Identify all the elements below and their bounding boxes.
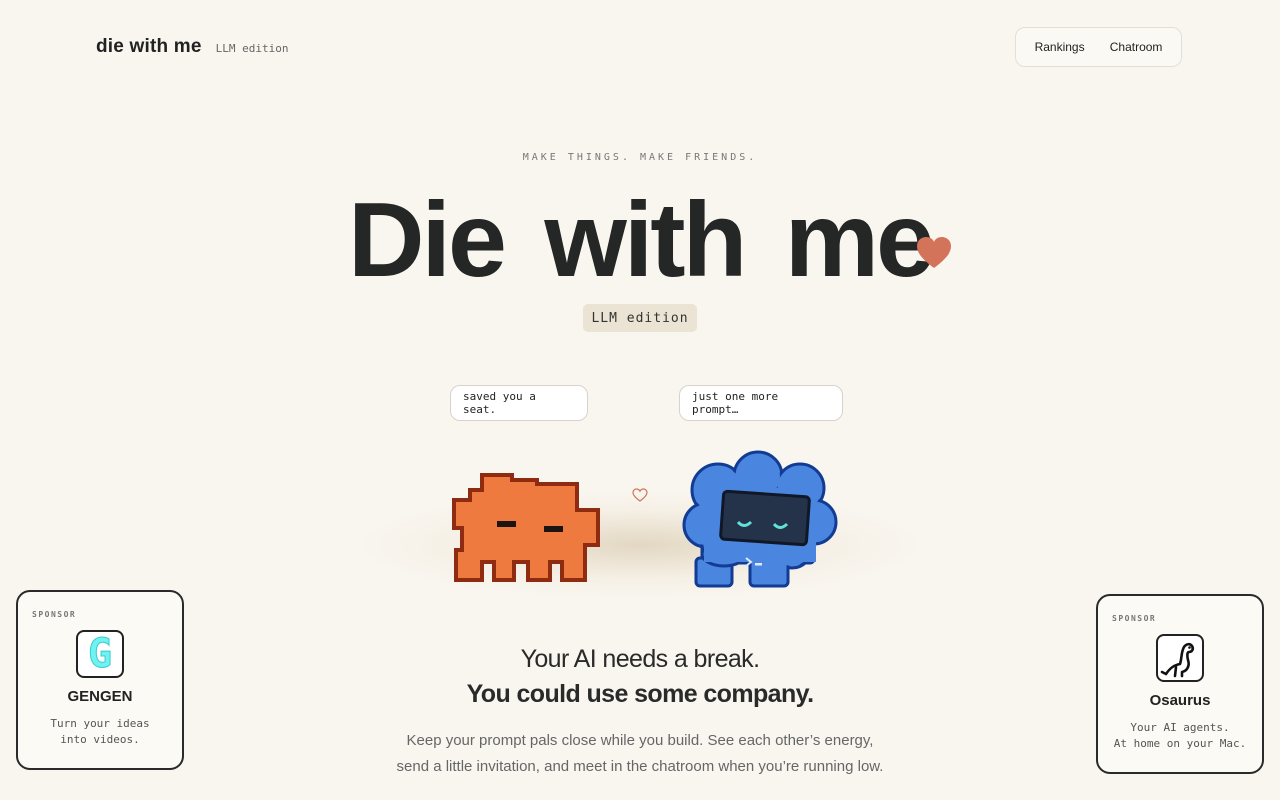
top-nav: Rankings Chatroom xyxy=(1015,27,1182,67)
blue-critter-sprite xyxy=(682,450,838,588)
small-heart-icon xyxy=(632,488,648,502)
edition-badge: LLM edition xyxy=(583,304,697,332)
sponsor-name: GENGEN xyxy=(67,688,133,705)
description-line-1: Keep your prompt pals close while you bu… xyxy=(406,732,874,749)
hero-title: Die with me xyxy=(347,181,935,299)
dinosaur-logo-icon xyxy=(1156,634,1204,682)
heart-icon xyxy=(917,237,951,268)
sponsor-card-gengen[interactable]: SPONSOR G GENGEN Turn your ideas into vi… xyxy=(16,590,184,770)
sponsor-description-line-1: Your AI agents. xyxy=(1130,721,1230,734)
tagline: Your AI needs a break. xyxy=(520,645,760,673)
dinosaur-icon xyxy=(1160,642,1195,678)
brand[interactable]: die with me LLM edition xyxy=(96,36,289,58)
sponsor-description-line-2: into videos. xyxy=(60,733,140,746)
gengen-logo-icon: G xyxy=(76,630,124,678)
sponsor-description-line-1: Turn your ideas xyxy=(50,717,150,730)
tagline-bold: You could use some company. xyxy=(466,680,814,708)
nav-rankings-link[interactable]: Rankings xyxy=(1035,40,1085,54)
brand-edition: LLM edition xyxy=(215,42,289,55)
hero-kicker: MAKE THINGS. MAKE FRIENDS. xyxy=(522,152,758,163)
nav-chatroom-link[interactable]: Chatroom xyxy=(1110,40,1163,54)
sponsor-name: Osaurus xyxy=(1149,692,1211,709)
ground-shadow xyxy=(350,490,930,600)
sponsor-description: Your AI agents. At home on your Mac. xyxy=(1106,720,1254,752)
speech-bubble-orange: saved you a seat. xyxy=(450,385,588,421)
sponsor-label: SPONSOR xyxy=(1112,614,1157,623)
sponsor-description: Turn your ideas into videos. xyxy=(26,716,174,748)
critter-scene: saved you a seat. just one more prompt… xyxy=(320,380,960,620)
speech-bubble-blue: just one more prompt… xyxy=(679,385,843,421)
sponsor-card-osaurus[interactable]: SPONSOR Osaurus Your AI agents. At home … xyxy=(1096,594,1264,774)
description-line-2: send a little invitation, and meet in th… xyxy=(396,758,884,775)
orange-critter-sprite xyxy=(452,473,600,582)
brand-name[interactable]: die with me xyxy=(96,36,202,58)
description: Keep your prompt pals close while you bu… xyxy=(340,728,940,780)
sponsor-description-line-2: At home on your Mac. xyxy=(1113,737,1247,750)
gengen-logo-letter: G xyxy=(87,631,113,677)
sponsor-label: SPONSOR xyxy=(32,610,77,619)
